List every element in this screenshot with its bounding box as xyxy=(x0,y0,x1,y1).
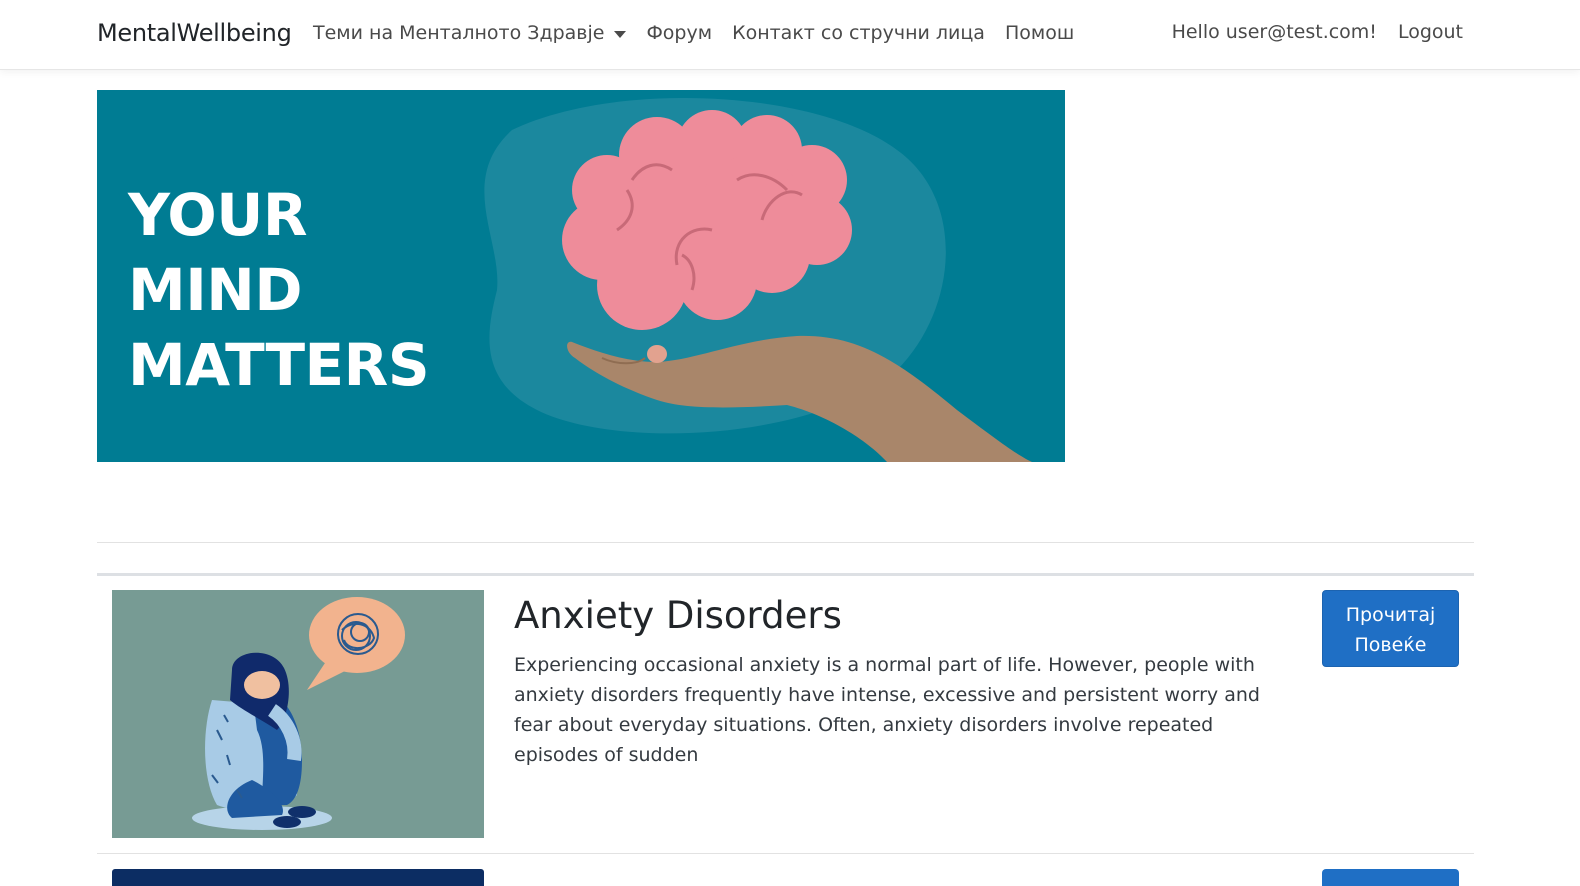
card-divider xyxy=(97,853,1474,854)
read-more-line-1: Прочитај xyxy=(1345,604,1436,626)
user-area: Hello user@test.com! Logout xyxy=(1172,21,1463,43)
brand-logo-link[interactable]: MentalWellbeing xyxy=(97,19,292,47)
hero-line-2: MIND xyxy=(128,256,302,324)
user-greeting: Hello user@test.com! xyxy=(1171,21,1377,43)
nav-item-contact-experts[interactable]: Контакт со стручни лица xyxy=(732,22,985,44)
hero-banner: YOUR MIND MATTERS xyxy=(97,90,1065,462)
chevron-down-icon xyxy=(614,30,627,38)
nav-item-label: Теми на Менталното Здравје xyxy=(313,22,605,44)
topic-title: Anxiety Disorders xyxy=(514,594,842,637)
nav-item-mental-health-topics[interactable]: Теми на Менталното Здравје xyxy=(313,22,627,44)
nav-item-forum[interactable]: Форум xyxy=(646,22,712,44)
nav-links: Теми на Менталното Здравје Форум Контакт… xyxy=(313,22,1094,44)
next-topic-image xyxy=(112,869,484,886)
next-read-more-button[interactable] xyxy=(1322,869,1459,886)
anxiety-topic-image xyxy=(112,590,484,838)
anxious-person-illustration xyxy=(192,597,405,830)
hero-headline: YOUR MIND MATTERS xyxy=(128,178,430,403)
section-divider xyxy=(97,542,1474,543)
hero-line-1: YOUR xyxy=(128,181,308,249)
read-more-line-2: Повеќе xyxy=(1354,634,1427,656)
logout-link[interactable]: Logout xyxy=(1398,21,1463,43)
top-navbar: MentalWellbeing Теми на Менталното Здрав… xyxy=(0,0,1580,70)
topic-description: Experiencing occasional anxiety is a nor… xyxy=(514,654,1260,766)
nav-item-help[interactable]: Помош xyxy=(1005,22,1074,44)
read-more-button[interactable]: Прочитај Повеќе xyxy=(1322,590,1459,667)
section-divider xyxy=(97,573,1474,576)
hero-line-3: MATTERS xyxy=(128,331,430,399)
